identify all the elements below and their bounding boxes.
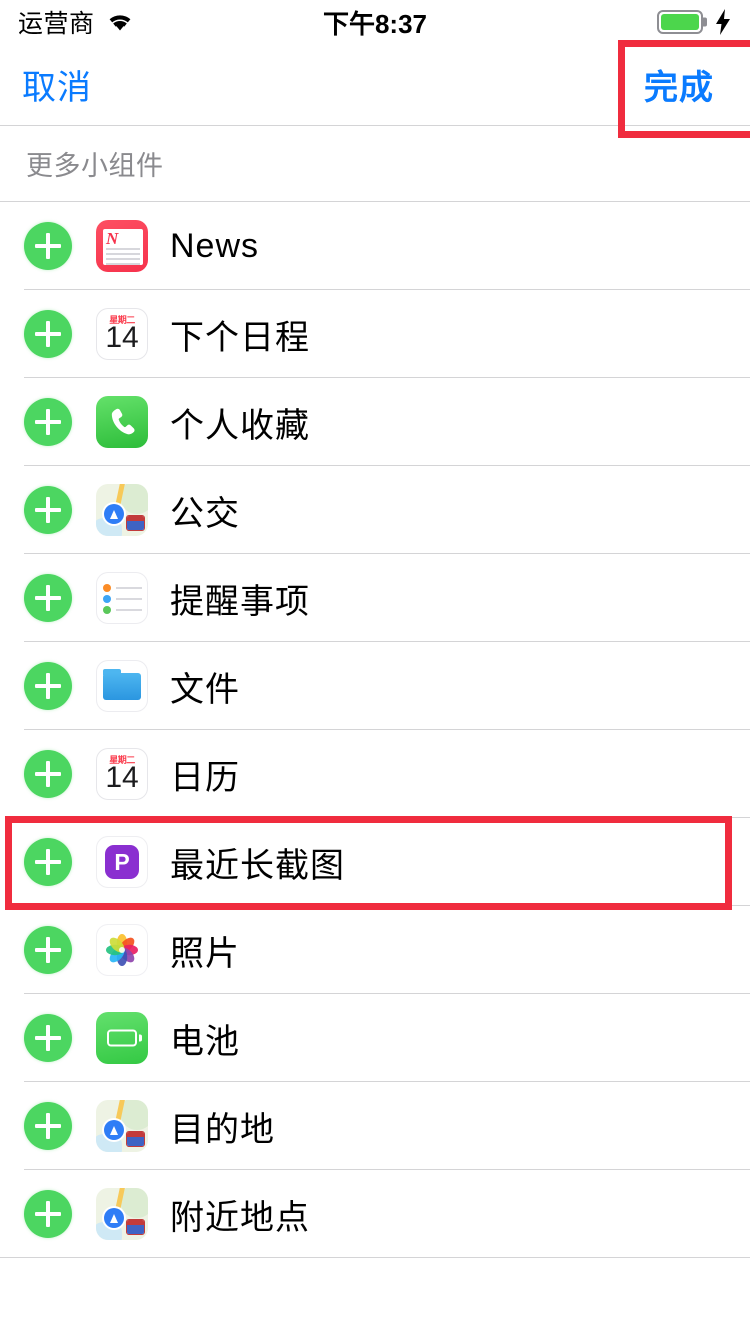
- widget-label: 提醒事项: [170, 574, 310, 623]
- handset-glyph: [105, 405, 139, 439]
- battery-icon: [657, 10, 703, 34]
- phone-icon: [96, 396, 148, 448]
- widget-label: 目的地: [170, 1102, 275, 1151]
- widget-row-photos[interactable]: 照片: [0, 906, 750, 994]
- add-plus-icon[interactable]: [24, 838, 72, 886]
- navigation-bar: 取消 完成: [0, 44, 750, 126]
- picsew-icon: P: [96, 836, 148, 888]
- calendar-icon: 星期二 14: [96, 308, 148, 360]
- battery-fill: [661, 14, 699, 30]
- picsew-badge-letter: P: [105, 845, 139, 879]
- add-plus-icon[interactable]: [24, 398, 72, 446]
- photos-pinwheel-glyph: [102, 930, 142, 970]
- widget-row-calendar[interactable]: 星期二 14 日历: [0, 730, 750, 818]
- status-bar-right: [657, 9, 732, 35]
- widget-row-nearby[interactable]: 附近地点: [0, 1170, 750, 1258]
- section-header-label: 更多小组件: [26, 144, 164, 183]
- files-icon: [96, 660, 148, 712]
- add-plus-icon[interactable]: [24, 926, 72, 974]
- widget-row-recent-screenshot[interactable]: P 最近长截图: [0, 818, 750, 906]
- widget-list: N News 星期二 14 下个日程: [0, 202, 750, 1258]
- calendar-icon: 星期二 14: [96, 748, 148, 800]
- add-plus-icon[interactable]: [24, 1190, 72, 1238]
- add-plus-icon[interactable]: [24, 750, 72, 798]
- add-plus-icon[interactable]: [24, 486, 72, 534]
- widget-row-batteries[interactable]: 电池: [0, 994, 750, 1082]
- calendar-day: 14: [96, 762, 148, 794]
- widget-label: 最近长截图: [170, 838, 345, 887]
- done-button-highlight: 完成: [630, 52, 728, 117]
- widget-row-news[interactable]: N News: [0, 202, 750, 290]
- widget-label: 日历: [170, 750, 240, 799]
- status-bar-left: 运营商: [18, 4, 135, 40]
- add-plus-icon[interactable]: [24, 574, 72, 622]
- map-pin-glyph: [104, 504, 124, 524]
- calendar-day: 14: [96, 322, 148, 354]
- highway-shield-glyph: [126, 1219, 145, 1235]
- add-plus-icon[interactable]: [24, 310, 72, 358]
- widget-row-up-next[interactable]: 星期二 14 下个日程: [0, 290, 750, 378]
- news-icon: N: [96, 220, 148, 272]
- maps-icon: [96, 1188, 148, 1240]
- carrier-label: 运营商: [18, 4, 95, 40]
- widget-row-files[interactable]: 文件: [0, 642, 750, 730]
- highway-shield-glyph: [126, 515, 145, 531]
- map-pin-glyph: [104, 1120, 124, 1140]
- photos-icon: [96, 924, 148, 976]
- battery-widget-icon: [96, 1012, 148, 1064]
- wifi-icon: [105, 11, 135, 33]
- widget-row-favorites[interactable]: 个人收藏: [0, 378, 750, 466]
- maps-icon: [96, 484, 148, 536]
- widget-label: 附近地点: [170, 1190, 310, 1239]
- widget-picker-screen: 运营商 下午8:37 取消 完成 更多小组件: [0, 0, 750, 1334]
- widget-label: News: [170, 227, 259, 266]
- widget-row-reminders[interactable]: 提醒事项: [0, 554, 750, 642]
- widget-label: 文件: [170, 662, 240, 711]
- section-header-more-widgets: 更多小组件: [0, 126, 750, 202]
- map-pin-glyph: [104, 1208, 124, 1228]
- widget-label: 照片: [170, 926, 240, 975]
- widget-label: 电池: [170, 1014, 240, 1063]
- widget-row-destinations[interactable]: 目的地: [0, 1082, 750, 1170]
- widget-label: 个人收藏: [170, 398, 310, 447]
- maps-icon: [96, 1100, 148, 1152]
- add-plus-icon[interactable]: [24, 222, 72, 270]
- add-plus-icon[interactable]: [24, 662, 72, 710]
- widget-row-transit[interactable]: 公交: [0, 466, 750, 554]
- add-plus-icon[interactable]: [24, 1102, 72, 1150]
- add-plus-icon[interactable]: [24, 1014, 72, 1062]
- done-button[interactable]: 完成: [644, 60, 714, 109]
- cancel-button[interactable]: 取消: [22, 60, 92, 109]
- highway-shield-glyph: [126, 1131, 145, 1147]
- lightning-bolt-icon: [714, 9, 732, 35]
- widget-label: 下个日程: [170, 310, 310, 359]
- battery-cap: [703, 18, 707, 27]
- reminders-icon: [96, 572, 148, 624]
- widget-label: 公交: [170, 486, 240, 535]
- status-bar: 运营商 下午8:37: [0, 0, 750, 44]
